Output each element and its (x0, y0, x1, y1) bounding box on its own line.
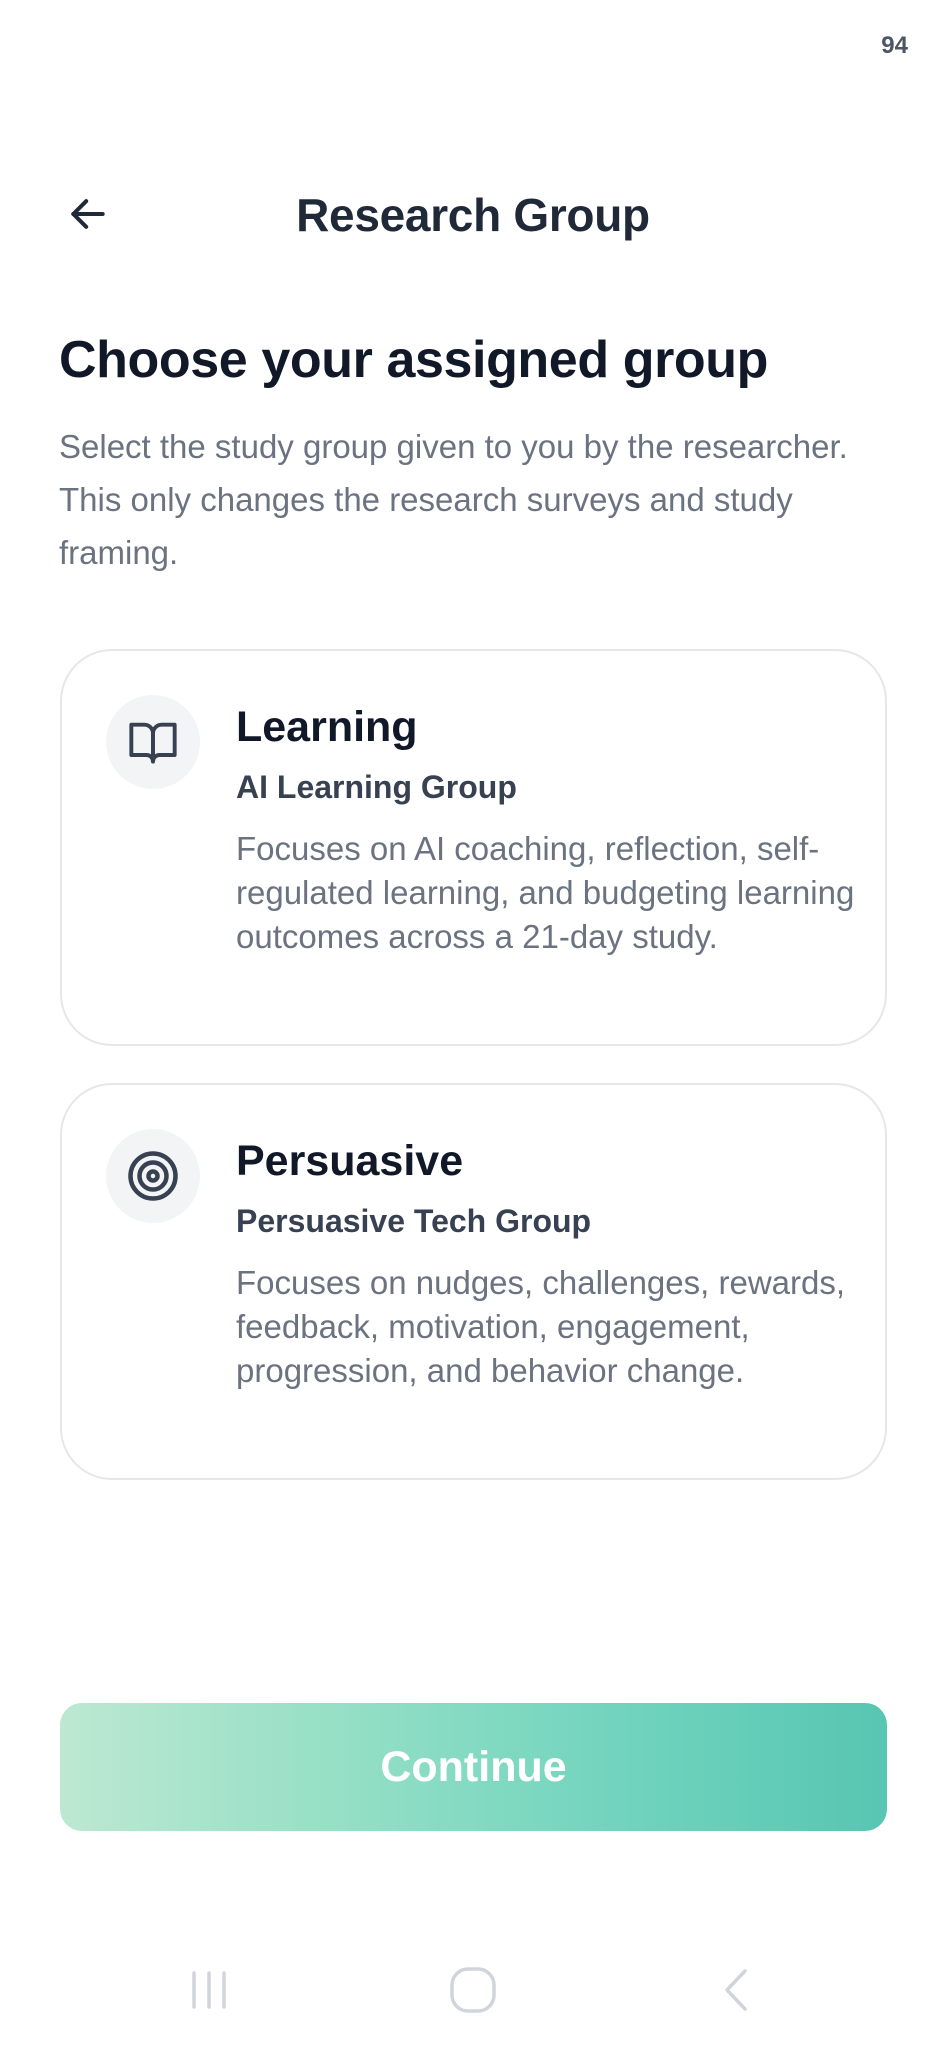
section-heading: Choose your assigned group (59, 331, 769, 389)
group-card-persuasive[interactable]: Persuasive Persuasive Tech Group Focuses… (60, 1083, 887, 1480)
group-title: Persuasive (236, 1137, 464, 1185)
section-description: Select the study group given to you by t… (59, 428, 848, 571)
recents-icon (192, 1971, 226, 2009)
book-open-icon (106, 695, 200, 789)
nav-back-icon (725, 1969, 747, 2011)
home-icon (450, 1967, 496, 2013)
research-group-screen: 94 Research Group Choose your assigned g… (0, 0, 946, 2049)
header: Research Group (0, 180, 946, 244)
group-description: Focuses on nudges, challenges, rewards, … (236, 1264, 846, 1389)
target-icon (106, 1129, 200, 1223)
continue-label: Continue (380, 1742, 567, 1791)
group-subtitle: Persuasive Tech Group (236, 1203, 592, 1239)
group-title: Learning (236, 703, 418, 751)
nav-back-button[interactable] (698, 1950, 778, 2030)
continue-button[interactable]: Continue (60, 1703, 887, 1831)
group-subtitle: AI Learning Group (236, 769, 517, 805)
group-card-learning[interactable]: Learning AI Learning Group Focuses on AI… (60, 649, 887, 1046)
group-description: Focuses on AI coaching, reflection, self… (236, 830, 855, 955)
recents-button[interactable] (169, 1950, 249, 2030)
home-button[interactable] (433, 1950, 513, 2030)
system-nav-bar (0, 1950, 946, 2030)
page-title: Research Group (296, 189, 650, 241)
battery-level: 94 (881, 32, 908, 59)
